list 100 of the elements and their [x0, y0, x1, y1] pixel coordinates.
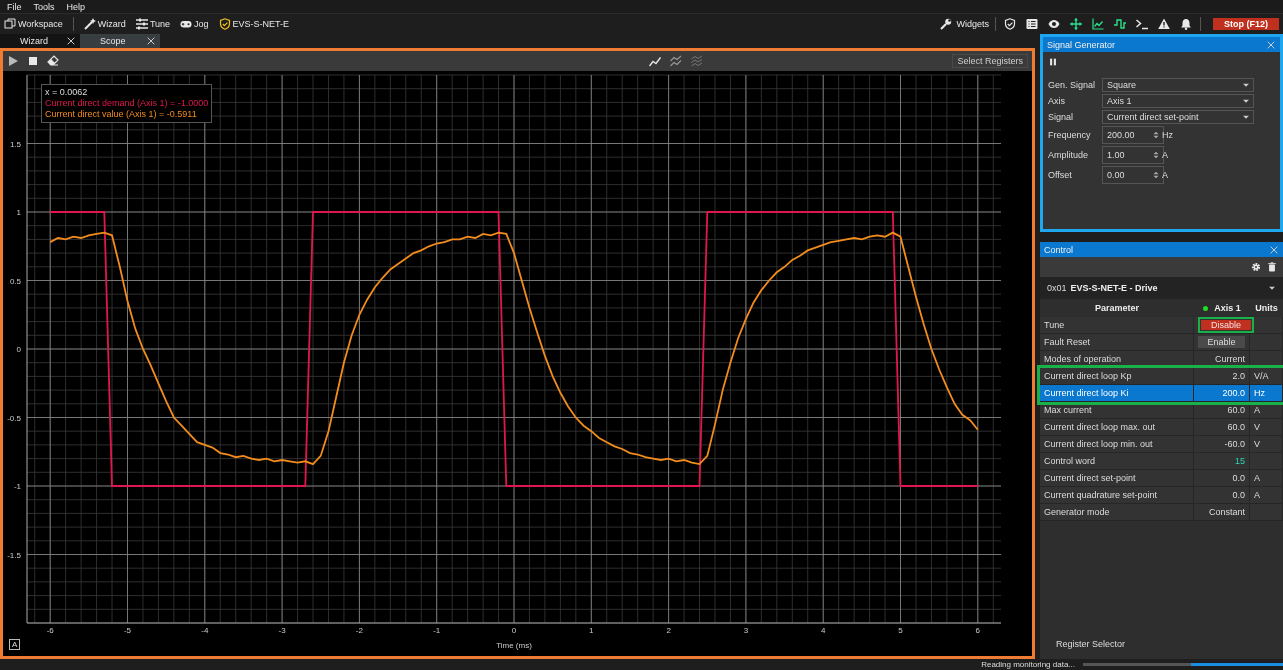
parameter-name[interactable]: Current direct loop min. out	[1044, 439, 1153, 449]
table-row[interactable]: Control word 15	[1040, 453, 1283, 470]
device-selector[interactable]: 0x01 EVS-S-NET-E - Drive	[1040, 277, 1283, 299]
menu-item[interactable]: Help	[66, 1, 86, 12]
tab[interactable]: Scope	[80, 34, 160, 48]
autoscale-button[interactable]: A	[9, 639, 21, 650]
move-icon[interactable]	[1070, 18, 1082, 30]
parameter-name[interactable]: Current direct loop Ki	[1044, 388, 1129, 398]
axis-tick-label: -0.5	[7, 413, 21, 423]
parameter-value: 0.0	[1232, 473, 1245, 483]
column-header: Parameter	[1095, 303, 1139, 313]
toolbar-button[interactable]: Jog	[180, 18, 209, 30]
list-icon[interactable]	[1026, 18, 1038, 30]
parameter-value: 15	[1235, 456, 1245, 466]
settings-icon[interactable]	[1251, 262, 1261, 272]
split-trend-icon[interactable]	[669, 55, 682, 67]
axis-tick-label: 6	[975, 626, 981, 635]
gamepad-icon	[180, 18, 193, 30]
axis-tick-label: 0	[16, 345, 21, 354]
wrench-icon	[940, 18, 953, 30]
parameter-name[interactable]: Current direct set-point	[1044, 473, 1136, 483]
dropdown-field[interactable]: Axis 1	[1102, 94, 1254, 108]
axis-tick-label: 0.5	[9, 276, 21, 286]
parameter-unit: A	[1254, 490, 1260, 500]
parameter-value: 200.0	[1222, 388, 1245, 398]
trend-line-icon[interactable]	[648, 55, 661, 67]
table-row[interactable]: Current direct loop Kp 2.0 V/A	[1040, 368, 1283, 385]
unit-label: A	[1162, 150, 1169, 160]
wand-icon	[83, 18, 96, 30]
table-row[interactable]: Current direct set-point 0.0 A	[1040, 470, 1283, 487]
parameter-name[interactable]: Current direct loop max. out	[1044, 422, 1156, 432]
unit-label: Hz	[1162, 130, 1174, 140]
table-row[interactable]: Fault Reset Enable	[1040, 334, 1283, 351]
tooltip-text: Current direct value (Axis 1) = -0.5911	[45, 109, 198, 120]
bell-icon[interactable]	[1180, 18, 1192, 30]
dropdown-field[interactable]: Current direct set-point	[1102, 110, 1254, 124]
parameter-name[interactable]: Modes of operation	[1044, 354, 1122, 364]
tab[interactable]: Wizard	[0, 34, 80, 48]
unit-label: A	[1162, 170, 1169, 180]
table-row[interactable]: Current direct loop min. out -60.0 V	[1040, 436, 1283, 453]
parameter-name[interactable]: Tune	[1044, 320, 1065, 330]
tooltip-text: x = 0.0062	[45, 87, 89, 98]
trash-icon[interactable]	[1267, 262, 1277, 272]
axis-tick-label: 2	[666, 626, 671, 635]
terminal-icon[interactable]	[1136, 18, 1148, 30]
parameter-name[interactable]: Current quadrature set-point	[1044, 490, 1158, 500]
toolbar-button[interactable]: Wizard	[83, 18, 126, 30]
warning-icon[interactable]	[1158, 18, 1170, 30]
line-chart-icon[interactable]	[1092, 18, 1104, 30]
table-row[interactable]: Current quadrature set-point 0.0 A	[1040, 487, 1283, 504]
close-icon[interactable]	[66, 36, 76, 46]
parameter-unit: A	[1254, 473, 1260, 483]
pause-icon[interactable]	[1048, 57, 1058, 67]
parameter-name[interactable]: Generator mode	[1044, 507, 1110, 517]
parameter-name[interactable]: Fault Reset	[1044, 337, 1091, 347]
field-label: Frequency	[1048, 130, 1092, 140]
shield-icon	[218, 18, 231, 30]
row-toggle-button[interactable]: Enable	[1198, 336, 1245, 348]
parameter-value: -60.0	[1224, 439, 1245, 449]
parameter-unit: A	[1254, 405, 1260, 415]
parameter-value: 0.0	[1232, 490, 1245, 500]
square-wave-icon[interactable]	[1114, 18, 1126, 30]
toolbar-button[interactable]: Workspace	[4, 18, 63, 30]
parameter-name[interactable]: Control word	[1044, 456, 1096, 466]
toolbar-button[interactable]: EVS-S-NET-E	[218, 18, 290, 30]
axis-tick-label: -6	[46, 626, 54, 635]
widgets-button[interactable]: Widgets	[938, 18, 989, 30]
shield-icon[interactable]	[1004, 18, 1016, 30]
menu-item[interactable]: Tools	[33, 1, 55, 12]
table-row[interactable]: Generator mode Constant	[1040, 504, 1283, 521]
parameter-name[interactable]: Current direct loop Kp	[1044, 371, 1132, 381]
table-row[interactable]: Tune Disable	[1040, 317, 1283, 334]
windows-icon	[4, 18, 16, 30]
column-header: Units	[1255, 303, 1278, 313]
menu-item[interactable]: File	[7, 1, 22, 12]
dropdown-field[interactable]: Square	[1102, 78, 1254, 92]
parameter-value: 2.0	[1232, 371, 1245, 381]
select-registers-button[interactable]: Select Registers	[952, 54, 1028, 68]
parameter-name[interactable]: Max current	[1044, 405, 1092, 415]
axis-title: Time (ms)	[496, 641, 532, 650]
row-toggle-button[interactable]: Disable	[1201, 320, 1251, 330]
axis-tick-label: -1	[13, 482, 21, 491]
stop-button[interactable]: Stop (F12)	[1213, 18, 1279, 30]
field-label: Signal	[1048, 112, 1075, 122]
parameter-unit: Hz	[1254, 388, 1265, 398]
sliders-icon	[135, 18, 148, 30]
stop-icon[interactable]	[27, 55, 39, 67]
play-icon[interactable]	[7, 55, 19, 67]
stacked-trend-icon[interactable]	[690, 55, 703, 67]
field-label: Axis	[1048, 96, 1066, 106]
axis-tick-label: 4	[821, 626, 826, 635]
table-row[interactable]: Current direct loop max. out 60.0 V	[1040, 419, 1283, 436]
table-row[interactable]: Current direct loop Ki 200.0 Hz	[1040, 385, 1283, 402]
register-selector-tab[interactable]: Register Selector	[1056, 639, 1126, 649]
spin-arrows-icon	[1151, 130, 1161, 140]
eye-icon[interactable]	[1048, 18, 1060, 30]
status-text: Reading monitoring data...	[981, 660, 1075, 669]
close-icon[interactable]	[146, 36, 156, 46]
eraser-icon[interactable]	[47, 55, 59, 67]
toolbar-button[interactable]: Tune	[135, 18, 171, 30]
